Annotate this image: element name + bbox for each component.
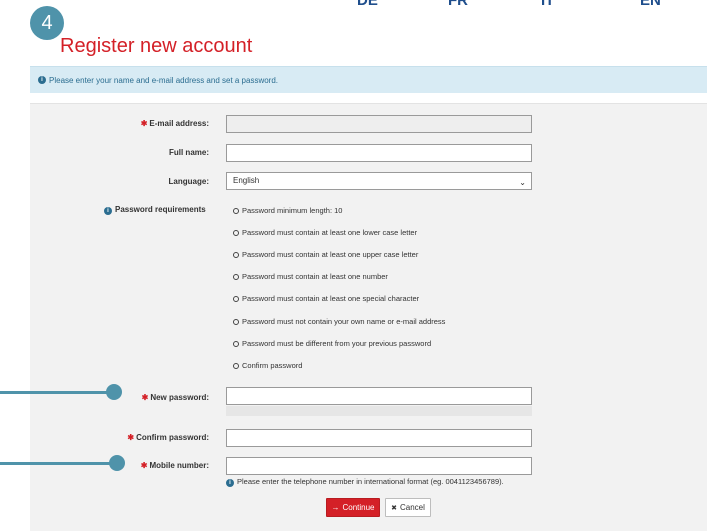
mobile-hint: i Please enter the telephone number in in… [226, 477, 504, 487]
confirm-password-label: ✱ Confirm password: [127, 433, 209, 442]
nav-link-fr[interactable]: FR [448, 0, 468, 9]
required-marker: ✱ [127, 433, 135, 442]
info-banner: i Please enter your name and e-mail addr… [30, 66, 707, 93]
chevron-down-icon: ⌄ [519, 178, 526, 187]
requirement-item: Password must contain at least one numbe… [233, 272, 388, 281]
requirement-item: Password must contain at least one upper… [233, 250, 418, 259]
status-circle-icon [233, 319, 239, 325]
email-field[interactable] [226, 115, 532, 133]
language-label: Language: [168, 177, 209, 186]
password-requirements-label: i Password requirements [104, 205, 211, 215]
requirement-item: Password must not contain your own name … [233, 317, 445, 326]
requirement-item: Password must be different from your pre… [233, 339, 431, 348]
required-marker: ✱ [140, 461, 148, 470]
callout-dot-mobile [109, 455, 125, 471]
close-icon: ✖ [391, 504, 397, 512]
status-circle-icon [233, 274, 239, 280]
status-circle-icon [233, 252, 239, 258]
language-nav: DE FR IT EN [0, 0, 707, 10]
nav-link-de[interactable]: DE [357, 0, 378, 9]
nav-link-it[interactable]: IT [541, 0, 554, 9]
email-label: ✱ E-mail address: [140, 119, 209, 128]
required-marker: ✱ [141, 393, 149, 402]
language-select-value: English [233, 176, 260, 185]
callout-line-mobile [0, 462, 112, 465]
register-page: DE FR IT EN 4 Register new account i Ple… [0, 0, 707, 531]
required-marker: ✱ [140, 119, 148, 128]
new-password-field[interactable] [226, 387, 532, 405]
step-number-badge: 4 [30, 6, 64, 40]
requirement-item: Confirm password [233, 361, 302, 370]
requirement-item: Password must contain at least one lower… [233, 228, 417, 237]
fullname-label: Full name: [168, 148, 209, 157]
info-icon: i [226, 479, 234, 487]
status-circle-icon [233, 341, 239, 347]
requirement-item: Password must contain at least one speci… [233, 294, 419, 303]
info-icon: i [38, 76, 46, 84]
mobile-number-field[interactable] [226, 457, 532, 475]
callout-dot-new-password [106, 384, 122, 400]
status-circle-icon [233, 208, 239, 214]
info-icon: i [104, 207, 112, 215]
continue-button[interactable]: → Continue [326, 498, 380, 517]
nav-link-en[interactable]: EN [640, 0, 661, 9]
fullname-field[interactable] [226, 144, 532, 162]
password-strength-bar [226, 406, 532, 416]
info-text: Please enter your name and e-mail addres… [49, 75, 279, 85]
language-select[interactable]: English ⌄ [226, 172, 532, 190]
cancel-button[interactable]: ✖ Cancel [385, 498, 431, 517]
confirm-password-field[interactable] [226, 429, 532, 447]
callout-line-new-password [0, 391, 110, 394]
status-circle-icon [233, 363, 239, 369]
status-circle-icon [233, 296, 239, 302]
requirement-item: Password minimum length: 10 [233, 206, 342, 215]
page-title: Register new account [60, 35, 253, 57]
status-circle-icon [233, 230, 239, 236]
arrow-right-icon: → [331, 503, 340, 512]
